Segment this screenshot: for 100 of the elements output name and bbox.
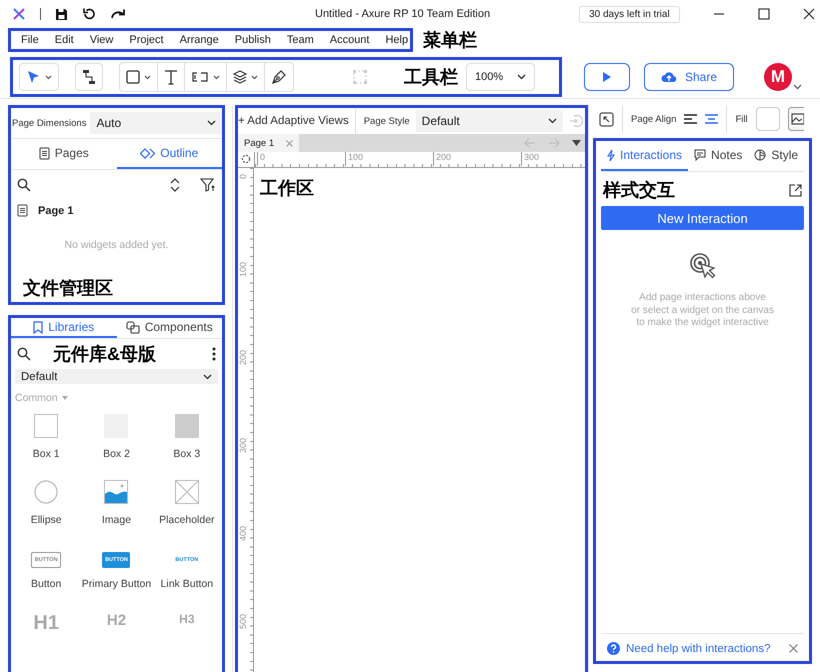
hint-text: Add page interactions above or select a widget on the canvas to make the widget interactive bbox=[630, 292, 775, 330]
panel-tab[interactable]: Interactions bbox=[601, 141, 688, 171]
share-button[interactable]: Share bbox=[644, 63, 734, 91]
chevron-icon bbox=[203, 374, 212, 380]
menu-item[interactable]: Help bbox=[377, 34, 416, 46]
window-title: Untitled - Axure RP 10 Team Edition bbox=[315, 8, 490, 20]
ruler-label: 200 bbox=[433, 152, 452, 166]
connector-icon bbox=[82, 69, 96, 85]
align-center-icon[interactable] bbox=[705, 114, 718, 124]
speech-bubble-icon bbox=[694, 149, 706, 161]
document-icon bbox=[38, 146, 50, 160]
preview-button[interactable] bbox=[584, 63, 630, 91]
lightning-icon bbox=[607, 148, 615, 162]
document-icon bbox=[17, 204, 28, 217]
bookmark-icon bbox=[33, 320, 44, 334]
menu-item[interactable]: Edit bbox=[46, 34, 82, 46]
arrow-box-icon[interactable] bbox=[599, 112, 614, 126]
field-label: Page Dimensions bbox=[12, 118, 86, 128]
fill-swatch[interactable] bbox=[756, 107, 780, 131]
widget-label: Link Button bbox=[160, 578, 214, 590]
external-link-icon[interactable] bbox=[789, 184, 802, 196]
annotation-label: 样式交互 bbox=[603, 179, 675, 202]
annotation-label: 元件库&母版 bbox=[53, 343, 156, 366]
trial-badge: 30 days left in trial bbox=[579, 6, 680, 22]
diamond-icon bbox=[140, 148, 156, 158]
overlapping-squares-icon bbox=[126, 320, 140, 334]
target-cursor-icon bbox=[688, 252, 717, 280]
chevron-icon bbox=[207, 120, 216, 126]
new-interaction-button[interactable]: New Interaction bbox=[601, 206, 804, 230]
crosshair-icon[interactable] bbox=[241, 154, 251, 164]
select-tool-button[interactable] bbox=[19, 63, 59, 91]
menu-item[interactable]: Account bbox=[322, 34, 378, 46]
page-dimensions-dropdown[interactable]: Auto bbox=[90, 112, 222, 134]
menu-item[interactable]: Publish bbox=[226, 34, 279, 46]
zoom-dropdown[interactable]: 100% bbox=[466, 63, 536, 91]
pen-icon bbox=[271, 69, 287, 85]
library-dropdown[interactable]: Default bbox=[15, 369, 218, 384]
half-circle-icon bbox=[754, 149, 766, 161]
field-label: Page Align bbox=[631, 114, 676, 124]
chevron-icon bbox=[517, 74, 526, 80]
maximize-icon[interactable] bbox=[758, 8, 770, 20]
page-style-dropdown[interactable]: Default bbox=[416, 110, 563, 132]
caret-icon bbox=[213, 74, 220, 80]
save-icon[interactable] bbox=[55, 8, 68, 20]
panel-tab[interactable]: Notes bbox=[688, 141, 748, 171]
ruler-label: 300 bbox=[238, 438, 248, 454]
rectangle-icon bbox=[126, 70, 140, 84]
more-icon[interactable] bbox=[212, 347, 216, 362]
text-icon bbox=[164, 69, 178, 85]
panel-tab[interactable]: Libraries bbox=[11, 318, 116, 338]
chevron-icon[interactable] bbox=[793, 84, 802, 90]
panel-tab[interactable]: Components bbox=[116, 318, 222, 338]
ruler-label: 100 bbox=[345, 152, 364, 166]
panel-tab[interactable]: Pages bbox=[11, 139, 116, 169]
field-label: Page Style bbox=[364, 116, 410, 126]
image-fill-icon[interactable] bbox=[788, 107, 804, 131]
filter-icon[interactable] bbox=[200, 178, 216, 192]
help-link[interactable]: Need help with interactions? bbox=[626, 642, 770, 654]
annotation-label: 工作区 bbox=[260, 177, 314, 200]
undo-icon[interactable] bbox=[82, 7, 96, 21]
image-icon[interactable] bbox=[104, 480, 128, 504]
chevron-icon bbox=[548, 118, 557, 124]
ruler-label: 500 bbox=[238, 614, 248, 630]
annotation-label: 菜单栏 bbox=[423, 29, 477, 52]
panel-tab[interactable]: Outline bbox=[116, 139, 222, 169]
ruler-label: 300 bbox=[521, 152, 540, 166]
search-icon[interactable] bbox=[17, 178, 31, 192]
menu-item[interactable]: Arrange bbox=[172, 34, 227, 46]
menu-item[interactable]: File bbox=[13, 34, 47, 46]
widget-label: Ellipse bbox=[30, 514, 62, 526]
widget-label: Button bbox=[30, 578, 62, 590]
page-tab[interactable]: Page 1 bbox=[238, 134, 300, 152]
annotation-label: 工具栏 bbox=[404, 66, 458, 89]
redo-icon[interactable] bbox=[110, 8, 126, 20]
search-icon[interactable] bbox=[17, 347, 31, 362]
logo-icon bbox=[12, 7, 26, 21]
menu-item[interactable]: Team bbox=[278, 34, 322, 46]
widget-label: Box 2 bbox=[103, 448, 130, 460]
align-left-icon[interactable] bbox=[684, 114, 698, 124]
annotation-label: 文件管理区 bbox=[23, 277, 113, 300]
widget-label: Image bbox=[102, 514, 132, 526]
panel-tab[interactable]: Style bbox=[748, 141, 804, 171]
page-item[interactable]: Page 1 bbox=[38, 204, 74, 216]
ruler-label: 0 bbox=[257, 152, 266, 166]
connector-tool-button[interactable] bbox=[75, 63, 103, 91]
add-adaptive-views-link[interactable]: + Add Adaptive Views bbox=[238, 115, 349, 127]
play-icon bbox=[602, 71, 612, 83]
help-icon[interactable] bbox=[607, 642, 620, 655]
dropdown-arrow-icon[interactable] bbox=[572, 140, 581, 146]
menu-item[interactable]: Project bbox=[121, 34, 172, 46]
menu-item[interactable]: View bbox=[82, 34, 122, 46]
caret-icon bbox=[45, 74, 52, 80]
ruler-label: 0 bbox=[238, 174, 248, 180]
expand-collapse-icon[interactable] bbox=[170, 178, 180, 192]
widget-label: Placeholder bbox=[159, 514, 215, 526]
close-icon[interactable] bbox=[802, 8, 815, 20]
caret-icon bbox=[251, 74, 258, 80]
caret-icon bbox=[144, 74, 151, 80]
empty-message: No widgets added yet. bbox=[64, 239, 170, 251]
user-avatar[interactable]: M bbox=[764, 63, 792, 91]
